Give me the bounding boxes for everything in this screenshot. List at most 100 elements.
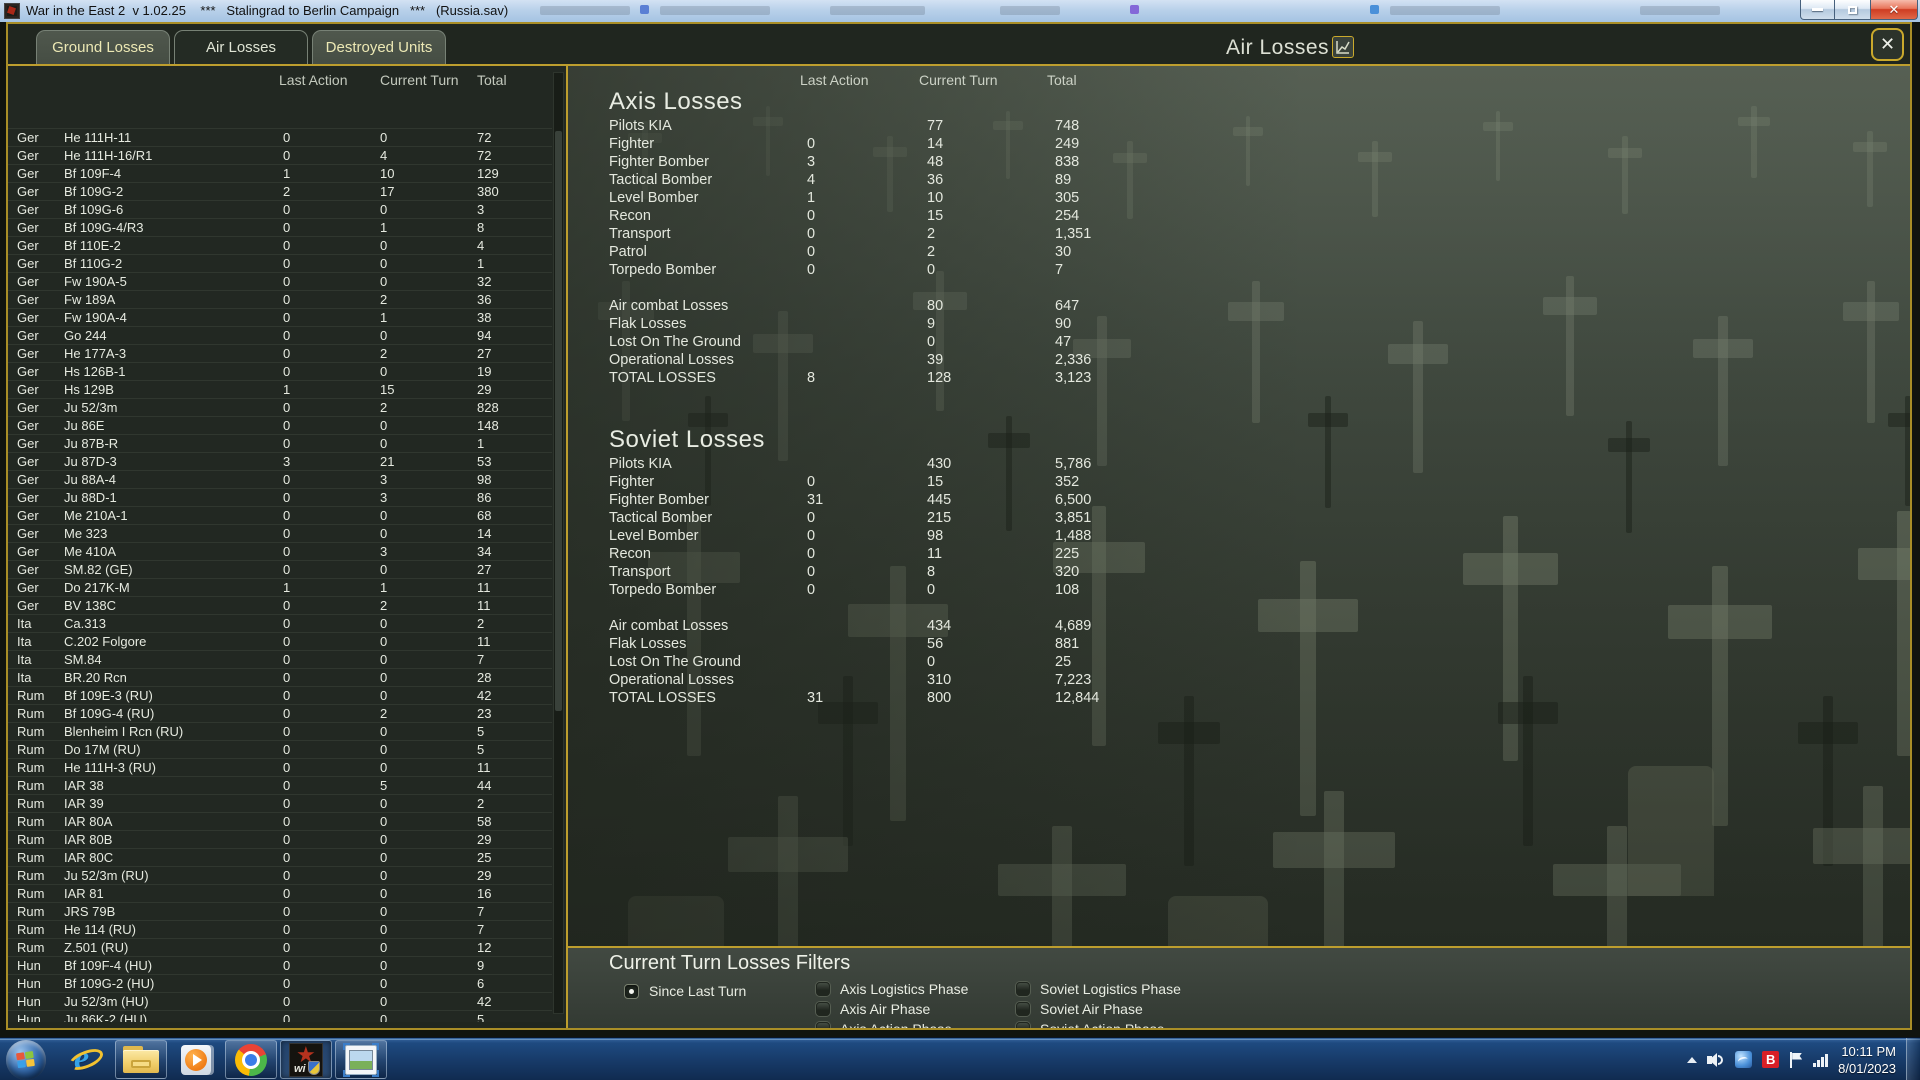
close-screen-button[interactable]: ✕ — [1871, 28, 1904, 61]
aircraft-cell: Bf 109F-4 (HU) — [64, 958, 152, 973]
network-signal-icon[interactable] — [1813, 1053, 1828, 1067]
checkbox-icon[interactable] — [1016, 1022, 1030, 1028]
last-action-cell: 0 — [283, 436, 290, 451]
table-row: Ger Me 410A 0 3 34 — [8, 542, 552, 560]
radio-selected-icon[interactable] — [624, 984, 639, 999]
tab-air-losses[interactable]: Air Losses — [174, 30, 308, 65]
aircraft-cell: Z.501 (RU) — [64, 940, 128, 955]
loss-label: Transport — [609, 226, 671, 242]
current-turn-cell: 0 — [380, 958, 387, 973]
total-value: 7 — [1055, 262, 1063, 278]
nation-cell: Ger — [17, 274, 39, 289]
tab-bar: Ground Losses Air Losses Destroyed Units — [36, 30, 446, 65]
phase-filter-option[interactable]: Soviet Logistics Phase — [1016, 979, 1181, 999]
current-turn-value: 15 — [927, 208, 943, 224]
current-turn-value: 14 — [927, 136, 943, 152]
current-turn-cell: 0 — [380, 976, 387, 991]
scrollbar-thumb[interactable] — [555, 131, 562, 711]
nation-cell: Ger — [17, 364, 39, 379]
table-row: Ger Me 323 0 0 14 — [8, 524, 552, 542]
last-action-cell: 0 — [283, 994, 290, 1009]
checkbox-icon[interactable] — [1016, 982, 1030, 996]
checkbox-icon[interactable] — [816, 1022, 830, 1028]
table-row: Ita BR.20 Rcn 0 0 28 — [8, 668, 552, 686]
page-title: Air Losses — [1226, 36, 1329, 60]
total-cell: 86 — [477, 490, 491, 505]
close-window-button[interactable]: ✕ — [1870, 0, 1918, 20]
taskbar-wite2-active[interactable]: ★ wi — [280, 1040, 332, 1079]
nation-cell: Rum — [17, 832, 44, 847]
windows-update-icon[interactable] — [1735, 1051, 1752, 1068]
table-row: Rum Blenheim I Rcn (RU) 0 0 5 — [8, 722, 552, 740]
tab-ground-losses[interactable]: Ground Losses — [36, 30, 170, 65]
taskbar-windows-explorer[interactable] — [115, 1040, 167, 1079]
loss-label: Transport — [609, 564, 671, 580]
media-player-icon — [181, 1045, 211, 1075]
phase-filter-option[interactable]: Soviet Action Phase — [1016, 1019, 1181, 1028]
current-turn-cell: 0 — [380, 238, 387, 253]
loss-row: Tactical Bomber 4 36 89 — [568, 172, 1268, 190]
current-turn-value: 434 — [927, 618, 951, 634]
loss-label: Operational Losses — [609, 672, 734, 688]
aircraft-cell: Bf 110E-2 — [64, 238, 121, 253]
current-turn-value: 36 — [927, 172, 943, 188]
restore-button[interactable] — [1834, 0, 1871, 20]
nation-cell: Ger — [17, 220, 39, 235]
aircraft-cell: Bf 110G-2 — [64, 256, 122, 271]
last-action-value: 0 — [807, 262, 815, 278]
checkbox-icon[interactable] — [1016, 1002, 1030, 1016]
window-title: War in the East 2 v 1.02.25 *** Stalingr… — [26, 3, 508, 18]
table-row: Ita Ca.313 0 0 2 — [8, 614, 552, 632]
table-row: Rum IAR 38 0 5 44 — [8, 776, 552, 794]
chart-toggle-button[interactable] — [1332, 36, 1354, 58]
nation-cell: Ger — [17, 292, 39, 307]
chart-icon — [1336, 40, 1350, 54]
nation-cell: Ger — [17, 310, 39, 325]
current-turn-cell: 0 — [380, 652, 387, 667]
action-center-flag-icon[interactable] — [1789, 1052, 1803, 1068]
volume-icon[interactable] — [1707, 1052, 1725, 1068]
total-cell: 1 — [477, 256, 484, 271]
current-turn-value: 11 — [927, 546, 942, 562]
last-action-cell: 0 — [283, 274, 290, 289]
loss-summary-row: Flak Losses 56 881 — [568, 636, 1268, 654]
current-turn-cell: 2 — [380, 400, 387, 415]
phase-filter-option[interactable]: Axis Action Phase — [816, 1019, 968, 1028]
current-turn-cell: 0 — [380, 868, 387, 883]
checkbox-icon[interactable] — [816, 982, 830, 996]
taskbar-media-player[interactable] — [170, 1040, 222, 1079]
table-row: Rum IAR 80A 0 0 58 — [8, 812, 552, 830]
total-cell: 27 — [477, 562, 491, 577]
taskbar-chrome[interactable] — [225, 1040, 277, 1079]
minimize-button[interactable] — [1800, 0, 1835, 20]
taskbar-clock[interactable]: 10:11 PM 8/01/2023 — [1838, 1043, 1896, 1077]
phase-filter-option[interactable]: Axis Air Phase — [816, 999, 968, 1019]
since-last-turn-option[interactable]: Since Last Turn — [624, 983, 746, 999]
bitdefender-icon[interactable]: B — [1762, 1051, 1779, 1068]
last-action-cell: 0 — [283, 742, 290, 757]
loss-summary-row: TOTAL LOSSES 8 128 3,123 — [568, 370, 1268, 388]
total-value: 4,689 — [1055, 618, 1091, 634]
start-button[interactable] — [6, 1040, 46, 1080]
checkbox-label: Axis Air Phase — [840, 1001, 930, 1017]
hidden-icons-arrow[interactable] — [1687, 1057, 1697, 1063]
aircraft-cell: BR.20 Rcn — [64, 670, 127, 685]
phase-filter-option[interactable]: Soviet Air Phase — [1016, 999, 1181, 1019]
table-scrollbar[interactable] — [553, 72, 564, 1014]
current-turn-cell: 0 — [380, 940, 387, 955]
total-cell: 1 — [477, 436, 484, 451]
phase-filter-option[interactable]: Axis Logistics Phase — [816, 979, 968, 999]
folder-icon — [123, 1046, 159, 1073]
taskbar-internet-explorer[interactable]: e — [60, 1040, 112, 1079]
show-desktop-button[interactable] — [1906, 1038, 1920, 1080]
checkbox-icon[interactable] — [816, 1002, 830, 1016]
windows-flag-icon — [16, 1050, 36, 1068]
table-row: Ger Ju 88A-4 0 3 98 — [8, 470, 552, 488]
loss-label: Tactical Bomber — [609, 172, 712, 188]
last-action-cell: 0 — [283, 598, 290, 613]
taskbar-photo-viewer[interactable] — [335, 1040, 387, 1079]
loss-label: Patrol — [609, 244, 647, 260]
axis-losses-summary: Air combat Losses 80 647 Flak Losses 9 9… — [568, 298, 1268, 388]
last-action-cell: 0 — [283, 922, 290, 937]
tab-destroyed-units[interactable]: Destroyed Units — [312, 30, 446, 65]
